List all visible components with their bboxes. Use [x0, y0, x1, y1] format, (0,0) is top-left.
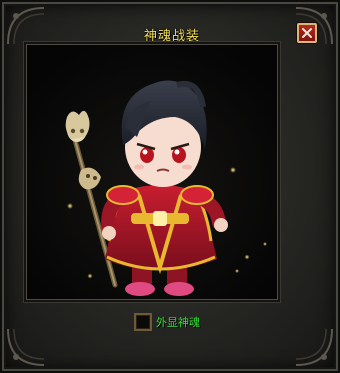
show-soul-checkbox[interactable] — [134, 313, 152, 331]
close-x-icon — [302, 28, 312, 38]
close-button[interactable] — [297, 23, 317, 43]
character-preview[interactable] — [26, 44, 278, 300]
show-soul-label[interactable]: 外显神魂 — [156, 314, 200, 330]
character-model — [27, 45, 277, 299]
corner-ornament-icon — [295, 328, 333, 366]
title-bar: 神魂战装 — [12, 22, 332, 46]
window-title: 神魂战装 — [143, 29, 200, 44]
show-soul-toggle[interactable]: 外显神魂 — [134, 312, 200, 332]
corner-ornament-icon — [7, 328, 45, 366]
window-frame: 神魂战装 外显神魂 — [0, 0, 340, 373]
